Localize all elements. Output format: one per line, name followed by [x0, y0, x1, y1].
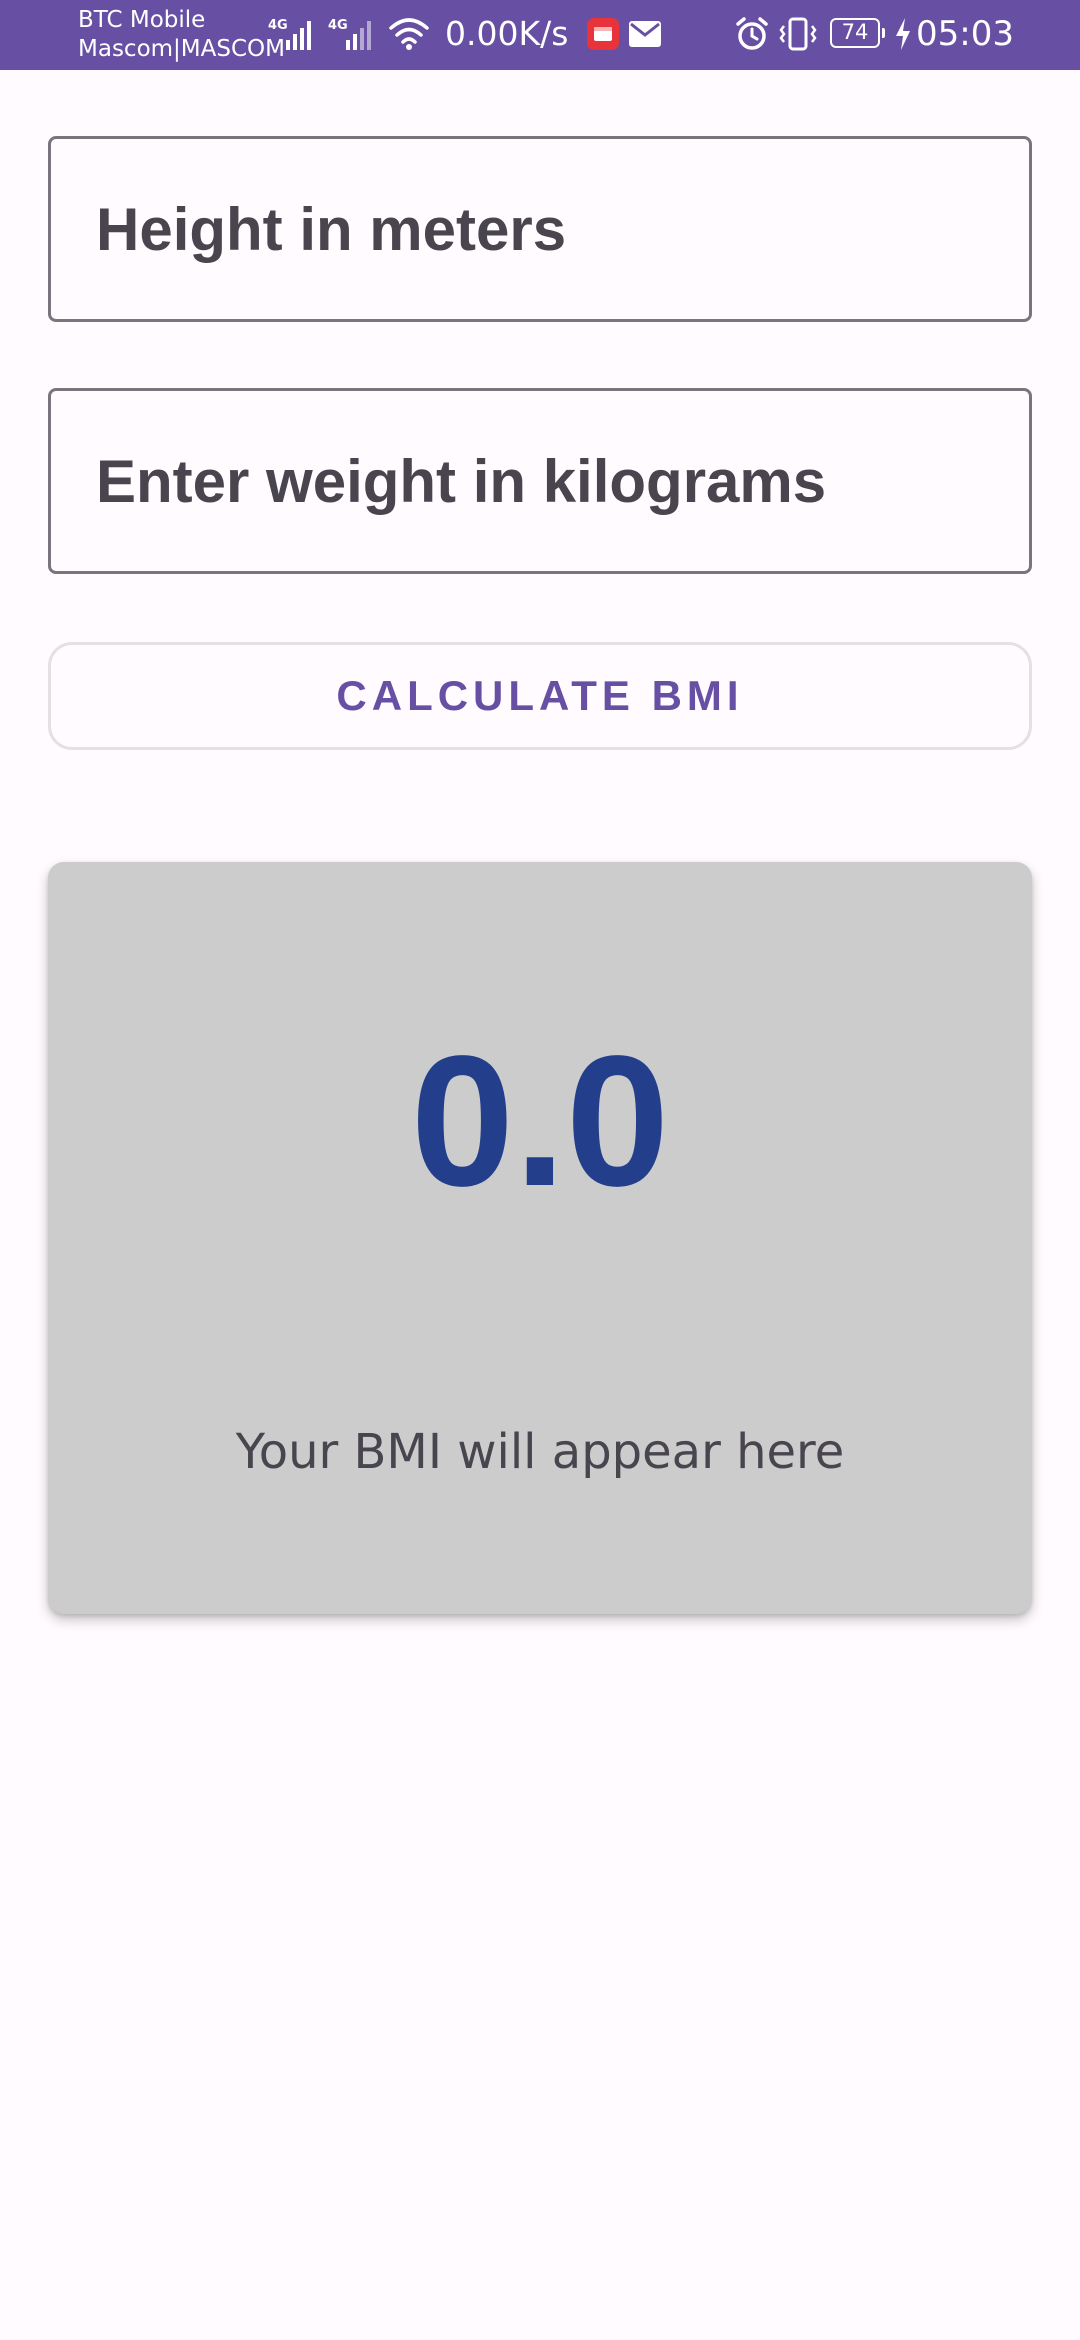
mail-icon [629, 21, 661, 47]
clock: 05:03 [916, 14, 1014, 54]
status-bar: BTC Mobile Mascom|MASCOM 4G 4G 0.00K/s 7… [0, 0, 1080, 70]
weight-field[interactable] [48, 388, 1032, 574]
signal-icon: 4G [268, 18, 311, 50]
carrier-line-2: Mascom|MASCOM [78, 36, 285, 62]
net-speed: 0.00K/s [445, 14, 569, 53]
battery-icon: 74 [830, 18, 885, 48]
height-input[interactable] [96, 139, 996, 319]
carrier-info: BTC Mobile Mascom|MASCOM [78, 6, 285, 64]
wifi-icon [389, 18, 429, 50]
network-type-1: 4G [268, 18, 288, 33]
alarm-icon [736, 17, 768, 50]
network-type-2: 4G [328, 18, 348, 33]
height-field[interactable] [48, 136, 1032, 322]
bmi-message: Your BMI will appear here [235, 1424, 845, 1480]
calculate-bmi-button[interactable]: CALCULATE BMI [48, 642, 1032, 750]
weight-input[interactable] [96, 391, 996, 571]
result-card: 0.0 Your BMI will appear here [48, 862, 1032, 1614]
signal-icon: 4G [328, 18, 371, 50]
bmi-value: 0.0 [410, 1018, 670, 1225]
notification-app-icon [587, 18, 619, 50]
vibrate-icon [779, 17, 817, 51]
charging-icon [896, 18, 910, 50]
carrier-line-1: BTC Mobile [78, 7, 206, 33]
